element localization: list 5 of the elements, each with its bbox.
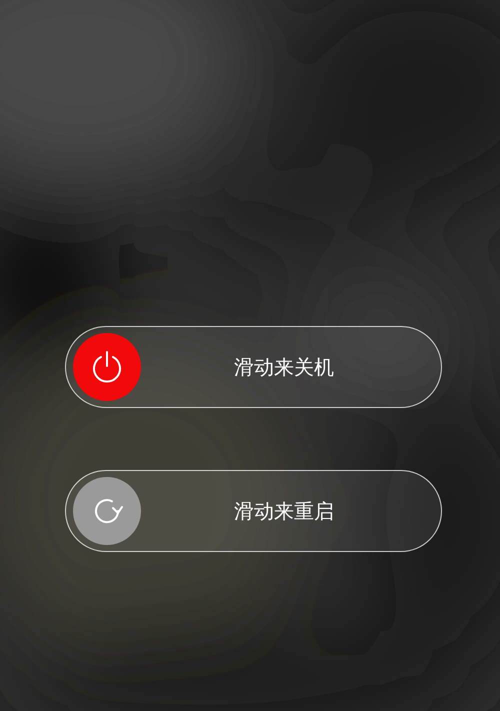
slider-label: 滑动来关机 (233, 354, 335, 380)
slider-track[interactable]: 滑动来关机 (65, 326, 442, 408)
power-icon (91, 350, 123, 384)
slider-track[interactable]: 滑动来重启 (65, 470, 442, 552)
slider-label: 滑动来重启 (233, 498, 335, 524)
